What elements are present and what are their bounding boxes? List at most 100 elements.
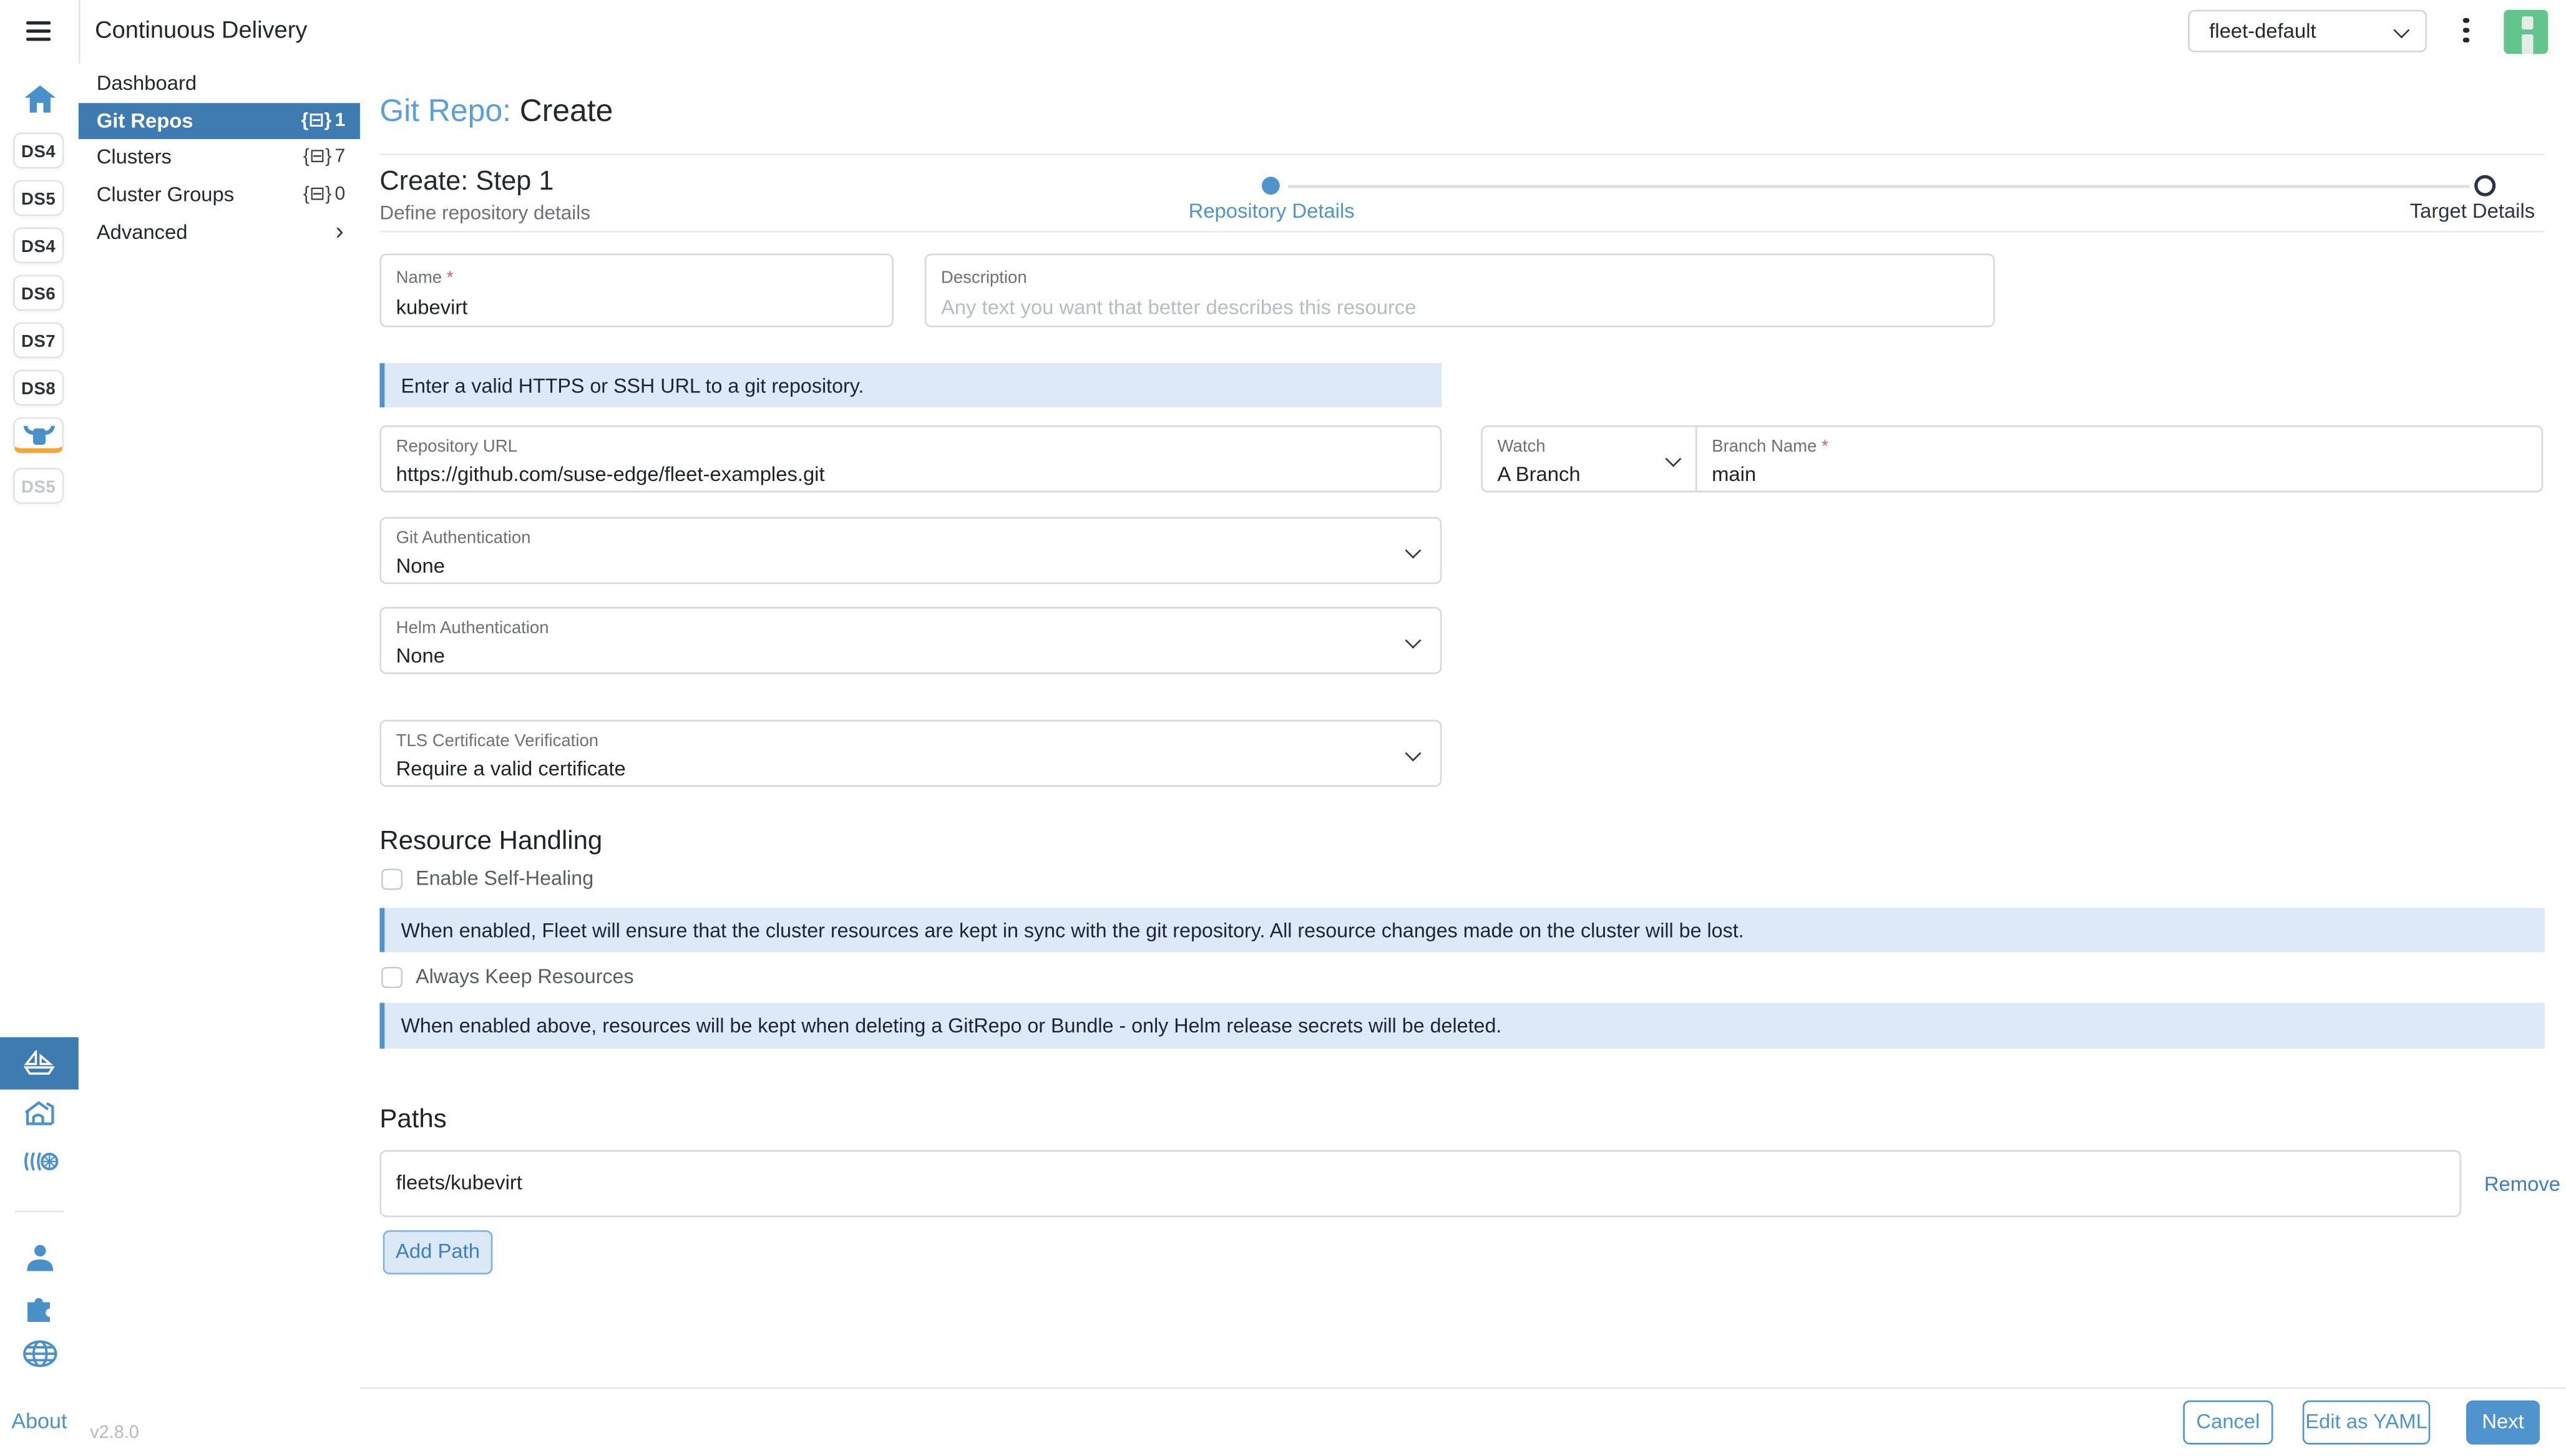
users-auth-person-icon[interactable] <box>0 1245 79 1271</box>
chevron-down-icon <box>1405 745 1422 762</box>
rancher-cow-icon <box>22 425 54 447</box>
sidebar-item-git-repos[interactable]: Git Repos {⊟}1 <box>79 103 360 139</box>
name-label: Name <box>396 268 442 288</box>
cluster-shortcut-disabled: DS5 <box>13 468 64 504</box>
repository-url-label: Repository URL <box>396 437 517 456</box>
branch-name-field[interactable]: Branch Name * main <box>1695 427 2542 490</box>
rail-section-divider <box>15 1211 64 1213</box>
stepper-circle-pending[interactable] <box>2474 175 2495 197</box>
url-info-banner: Enter a valid HTTPS or SSH URL to a git … <box>379 363 1442 407</box>
cluster-shortcut[interactable]: DS4 <box>13 132 64 168</box>
branch-name-label: Branch Name <box>1712 437 1817 456</box>
add-path-button[interactable]: Add Path <box>383 1230 493 1274</box>
step-title: Create: Step 1 <box>379 167 554 198</box>
sidebar-item-clusters[interactable]: Clusters {⊟}7 <box>79 139 360 175</box>
always-keep-resources-checkbox[interactable] <box>381 967 402 988</box>
helm-authentication-label: Helm Authentication <box>396 618 549 638</box>
rancher-local-cluster-shortcut[interactable] <box>13 417 64 454</box>
resource-count-badge: {⊟}7 <box>303 139 345 175</box>
watch-branch-group: Watch A Branch Branch Name * main <box>1481 425 2543 493</box>
helm-authentication-value: None <box>396 644 445 667</box>
step-subtitle: Define repository details <box>379 201 590 225</box>
cancel-button[interactable]: Cancel <box>2183 1400 2273 1445</box>
harvester-barn-icon[interactable] <box>0 1099 79 1127</box>
watch-value: A Branch <box>1498 463 1581 486</box>
tls-verification-select[interactable]: TLS Certificate Verification Require a v… <box>379 720 1442 787</box>
global-settings-globe-icon[interactable] <box>0 1340 79 1368</box>
chevron-right-icon: › <box>336 215 344 251</box>
sidebar-item-dashboard[interactable]: Dashboard <box>79 66 360 102</box>
repository-url-field[interactable]: Repository URL https://github.com/suse-e… <box>379 425 1442 493</box>
path-value: fleets/kubevirt <box>396 1172 522 1195</box>
cluster-shortcut[interactable]: DS4 <box>13 228 64 264</box>
enable-self-healing-checkbox[interactable] <box>381 869 402 890</box>
self-healing-info-text: When enabled, Fleet will ensure that the… <box>401 919 1744 942</box>
always-keep-resources-label[interactable]: Always Keep Resources <box>416 965 634 988</box>
git-authentication-value: None <box>396 555 445 578</box>
helm-authentication-select[interactable]: Helm Authentication None <box>379 607 1442 674</box>
cluster-management-icon[interactable] <box>0 1150 79 1173</box>
cluster-shortcut[interactable]: DS5 <box>13 180 64 216</box>
resource-count-icon: {⊟} <box>301 111 332 130</box>
resource-handling-heading: Resource Handling <box>379 828 602 857</box>
url-info-text: Enter a valid HTTPS or SSH URL to a git … <box>401 374 864 397</box>
user-avatar[interactable] <box>2504 10 2548 54</box>
version-label: v2.8.0 <box>90 1424 139 1443</box>
description-label: Description <box>941 268 1027 288</box>
resource-count-icon: {⊟} <box>303 147 331 167</box>
about-link[interactable]: About <box>0 1409 79 1433</box>
workspace-selector-value: fleet-default <box>2209 11 2316 51</box>
page-title-resource: Git Repo: <box>379 95 510 129</box>
cluster-shortcut[interactable]: DS6 <box>13 275 64 311</box>
page-title: Git Repo: Create <box>379 95 613 131</box>
app-title: Continuous Delivery <box>95 0 307 64</box>
extensions-puzzle-icon[interactable] <box>0 1293 79 1322</box>
watch-label: Watch <box>1498 437 1546 456</box>
branch-name-value: main <box>1712 463 1756 486</box>
remove-path-link[interactable]: Remove <box>2484 1173 2560 1196</box>
sidebar-item-advanced[interactable]: Advanced › <box>79 215 360 251</box>
chevron-down-icon <box>1405 542 1422 558</box>
self-healing-info-banner: When enabled, Fleet will ensure that the… <box>379 908 2544 952</box>
git-authentication-select[interactable]: Git Authentication None <box>379 517 1442 585</box>
stepper-label-target-details[interactable]: Target Details <box>2371 200 2535 223</box>
keep-resources-info-text: When enabled above, resources will be ke… <box>401 1014 1502 1037</box>
keep-resources-info-banner: When enabled above, resources will be ke… <box>379 1003 2544 1049</box>
cluster-shortcut[interactable]: DS8 <box>13 370 64 406</box>
name-field[interactable]: Name * kubevirt <box>379 253 893 327</box>
chevron-down-icon <box>1405 633 1422 649</box>
divider <box>379 231 2544 233</box>
resource-count-icon: {⊟} <box>303 185 331 204</box>
watch-select[interactable]: Watch A Branch <box>1483 427 1695 490</box>
next-button[interactable]: Next <box>2466 1400 2540 1445</box>
page-title-action: Create <box>520 95 613 129</box>
resource-count-badge: {⊟}1 <box>301 103 346 139</box>
fleet-sailboat-icon-active[interactable] <box>0 1037 79 1090</box>
cluster-shortcut[interactable]: DS7 <box>13 323 64 359</box>
repository-url-value: https://github.com/suse-edge/fleet-examp… <box>396 463 825 486</box>
home-icon[interactable] <box>0 85 79 113</box>
stepper-dot-active[interactable] <box>1262 177 1280 195</box>
description-field[interactable]: Description Any text you want that bette… <box>925 253 1995 327</box>
app-window: Continuous Delivery fleet-default DS4 DS… <box>0 0 2566 1456</box>
divider <box>379 154 2544 156</box>
hamburger-menu-icon[interactable] <box>26 21 51 41</box>
top-header: Continuous Delivery fleet-default <box>0 0 2566 66</box>
required-marker: * <box>1822 437 1828 456</box>
edit-as-yaml-button[interactable]: Edit as YAML <box>2303 1400 2431 1445</box>
path-input[interactable]: fleets/kubevirt <box>379 1150 2461 1218</box>
tls-verification-label: TLS Certificate Verification <box>396 731 598 750</box>
paths-heading: Paths <box>379 1106 446 1135</box>
sidebar-item-cluster-groups[interactable]: Cluster Groups {⊟}0 <box>79 177 360 213</box>
description-placeholder: Any text you want that better describes … <box>941 296 1417 319</box>
nav-sidebar: Dashboard Git Repos {⊟}1 Clusters {⊟}7 C… <box>79 64 360 1456</box>
workspace-selector[interactable]: fleet-default <box>2188 10 2427 52</box>
chevron-down-icon <box>1665 451 1681 467</box>
tls-verification-value: Require a valid certificate <box>396 757 626 780</box>
chevron-down-icon <box>2393 22 2409 39</box>
kebab-menu-icon[interactable] <box>2458 18 2474 47</box>
stepper-label-repository-details[interactable]: Repository Details <box>1162 200 1381 223</box>
enable-self-healing-label[interactable]: Enable Self-Healing <box>416 867 593 890</box>
required-marker: * <box>447 268 454 288</box>
name-value: kubevirt <box>396 296 468 319</box>
